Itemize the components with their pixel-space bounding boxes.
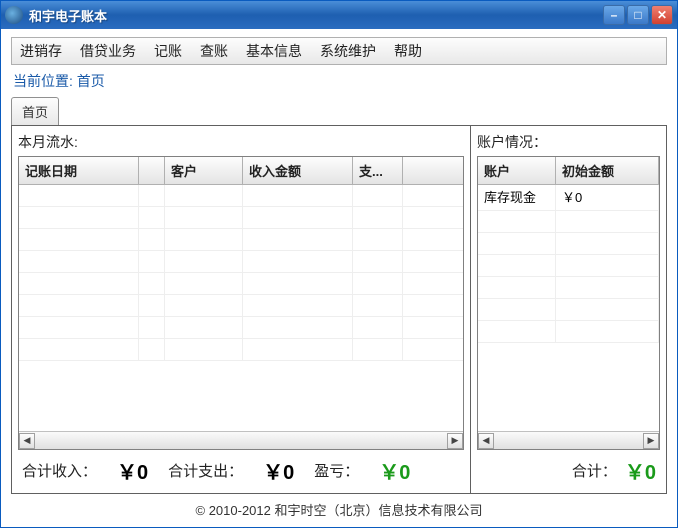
close-button[interactable]: ✕ xyxy=(651,5,673,25)
panel-title-accounts: 账户情况： xyxy=(477,130,660,156)
app-icon xyxy=(5,6,23,24)
menu-inventory[interactable]: 进销存 xyxy=(20,41,62,61)
panels: 本月流水: 记账日期 客户 收入金额 支... xyxy=(12,126,666,493)
col-customer[interactable]: 客户 xyxy=(165,157,243,184)
menu-maintain[interactable]: 系统维护 xyxy=(320,41,376,61)
col-income[interactable]: 收入金额 xyxy=(243,157,353,184)
table-row[interactable]: 库存现金 ￥0 xyxy=(478,185,659,211)
expense-value: ￥0 xyxy=(263,456,294,485)
footer-copyright: © 2010-2012 和宇时空（北京）信息技术有限公司 xyxy=(11,494,667,523)
sum-label: 合计： xyxy=(572,460,617,481)
expense-label: 合计支出： xyxy=(168,460,243,481)
menu-loan[interactable]: 借贷业务 xyxy=(80,41,136,61)
col-blank[interactable] xyxy=(139,157,165,184)
app-window: 和宇电子账本 – □ ✕ 进销存 借贷业务 记账 查账 基本信息 系统维护 帮助… xyxy=(0,0,678,528)
titlebar: 和宇电子账本 – □ ✕ xyxy=(1,1,677,29)
minimize-button[interactable]: – xyxy=(603,5,625,25)
accounts-table: 账户 初始金额 库存现金 ￥0 xyxy=(477,156,660,450)
income-value: ￥0 xyxy=(117,456,148,485)
tab-home[interactable]: 首页 xyxy=(11,97,59,126)
breadcrumb-label: 当前位置: xyxy=(13,73,73,89)
col-date[interactable]: 记账日期 xyxy=(19,157,139,184)
col-expense[interactable]: 支... xyxy=(353,157,403,184)
flow-table-body xyxy=(19,185,463,431)
accounts-table-header: 账户 初始金额 xyxy=(478,157,659,185)
cell-account: 库存现金 xyxy=(478,185,556,210)
col-initial[interactable]: 初始金额 xyxy=(556,157,659,184)
tab-row: 首页 xyxy=(11,97,667,126)
menu-basicinfo[interactable]: 基本信息 xyxy=(246,41,302,61)
accounts-hscroll[interactable]: ◀ ▶ xyxy=(478,431,659,449)
menu-check[interactable]: 查账 xyxy=(200,41,228,61)
scroll-right-icon[interactable]: ▶ xyxy=(643,433,659,449)
panel-monthly-flow: 本月流水: 记账日期 客户 收入金额 支... xyxy=(12,126,471,493)
accounts-totals: 合计： ￥0 xyxy=(477,450,660,489)
window-title: 和宇电子账本 xyxy=(29,6,603,25)
flow-hscroll[interactable]: ◀ ▶ xyxy=(19,431,463,449)
profit-label: 盈亏： xyxy=(314,460,359,481)
cell-amount: ￥0 xyxy=(556,185,659,210)
profit-value: ￥0 xyxy=(379,456,410,485)
scroll-right-icon[interactable]: ▶ xyxy=(447,433,463,449)
panel-title-flow: 本月流水: xyxy=(18,130,464,156)
scroll-left-icon[interactable]: ◀ xyxy=(478,433,494,449)
accounts-table-body: 库存现金 ￥0 xyxy=(478,185,659,431)
menubar: 进销存 借贷业务 记账 查账 基本信息 系统维护 帮助 xyxy=(11,37,667,65)
panel-accounts: 账户情况： 账户 初始金额 库存现金 ￥0 xyxy=(471,126,666,493)
col-account[interactable]: 账户 xyxy=(478,157,556,184)
breadcrumb-value: 首页 xyxy=(77,73,105,89)
content-area: 本月流水: 记账日期 客户 收入金额 支... xyxy=(11,125,667,494)
menu-record[interactable]: 记账 xyxy=(154,41,182,61)
sum-value: ￥0 xyxy=(625,456,656,485)
maximize-button[interactable]: □ xyxy=(627,5,649,25)
client-area: 进销存 借贷业务 记账 查账 基本信息 系统维护 帮助 当前位置: 首页 首页 … xyxy=(1,29,677,527)
flow-table-header: 记账日期 客户 收入金额 支... xyxy=(19,157,463,185)
menu-help[interactable]: 帮助 xyxy=(394,41,422,61)
scroll-left-icon[interactable]: ◀ xyxy=(19,433,35,449)
breadcrumb: 当前位置: 首页 xyxy=(11,65,667,97)
income-label: 合计收入： xyxy=(22,460,97,481)
flow-totals: 合计收入： ￥0 合计支出： ￥0 盈亏： ￥0 xyxy=(18,450,464,489)
flow-table: 记账日期 客户 收入金额 支... xyxy=(18,156,464,450)
window-controls: – □ ✕ xyxy=(603,5,673,25)
